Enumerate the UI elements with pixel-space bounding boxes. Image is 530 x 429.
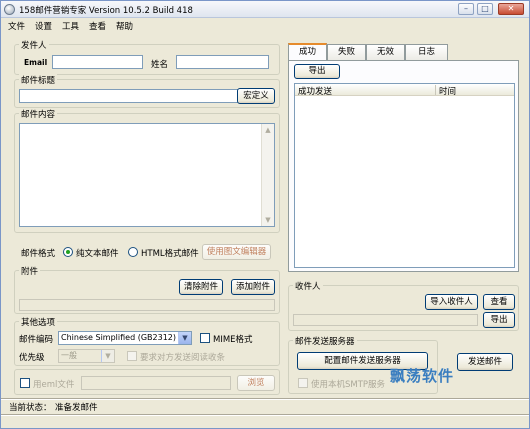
sender-group: 发件人 Email 姓名 xyxy=(14,39,280,75)
macro-button[interactable]: 宏定义 xyxy=(237,88,275,104)
bottom-separator xyxy=(1,414,529,416)
results-header: 成功发送 时间 xyxy=(295,84,514,97)
menu-tools[interactable]: 工具 xyxy=(62,20,79,32)
email-label: Email xyxy=(24,58,48,67)
title-bar[interactable]: 158邮件营销专家 Version 10.5.2 Build 418 – □ ✕ xyxy=(1,1,529,18)
format-label: 邮件格式 xyxy=(21,249,56,259)
close-button[interactable]: ✕ xyxy=(498,3,524,15)
read-receipt-label: 要求对方发送阅读收条 xyxy=(140,353,226,363)
priority-value: 一般 xyxy=(61,351,77,360)
send-mail-button[interactable]: 发送邮件 xyxy=(457,353,513,371)
maximize-button[interactable]: □ xyxy=(477,3,493,15)
priority-label: 优先级 xyxy=(19,353,45,363)
local-smtp-label: 使用本机SMTP服务 xyxy=(311,380,386,390)
tab-success[interactable]: 成功 xyxy=(288,43,327,61)
menu-settings[interactable]: 设置 xyxy=(35,20,52,32)
other-options-group: 其他选项 邮件编码 Chinese Simplified (GB2312) ▼ … xyxy=(14,316,280,366)
plain-text-radio[interactable] xyxy=(63,247,73,257)
smtp-legend: 邮件发送服务器 xyxy=(293,335,357,347)
priority-select[interactable]: 一般 ▼ xyxy=(58,349,115,363)
html-format-radio[interactable] xyxy=(128,247,138,257)
encoding-value: Chinese Simplified (GB2312) xyxy=(61,333,176,342)
priority-dropdown-icon[interactable]: ▼ xyxy=(101,350,114,362)
encoding-select[interactable]: Chinese Simplified (GB2312) ▼ xyxy=(58,331,192,345)
watermark-logo: 飘荡软件 xyxy=(390,367,455,385)
sender-legend: 发件人 xyxy=(19,39,49,51)
local-smtp-checkbox[interactable] xyxy=(298,378,308,388)
name-input[interactable] xyxy=(176,55,269,69)
status-label: 当前状态： xyxy=(9,403,52,413)
tab-failed[interactable]: 失败 xyxy=(327,44,366,60)
subject-group: 邮件标题 宏定义 xyxy=(14,74,280,108)
tab-invalid[interactable]: 无效 xyxy=(366,44,405,60)
encoding-label: 邮件编码 xyxy=(19,335,54,345)
status-bar: 当前状态： 准备发邮件 xyxy=(1,399,529,413)
column-sent[interactable]: 成功发送 xyxy=(298,85,332,97)
main-window: 158邮件营销专家 Version 10.5.2 Build 418 – □ ✕… xyxy=(0,0,530,429)
attachment-list[interactable] xyxy=(19,299,275,311)
mime-label: MIME格式 xyxy=(213,335,253,345)
column-divider[interactable] xyxy=(435,85,436,95)
attachment-legend: 附件 xyxy=(19,265,41,277)
attachment-group: 附件 清除附件 添加附件 xyxy=(14,265,280,314)
minimize-button[interactable]: – xyxy=(458,3,474,15)
email-input[interactable] xyxy=(52,55,143,69)
rich-editor-button[interactable]: 使用图文编辑器 xyxy=(202,244,271,260)
menu-bar: 文件 设置 工具 查看 帮助 xyxy=(1,18,529,33)
menu-file[interactable]: 文件 xyxy=(8,20,25,32)
scroll-down-icon[interactable]: ▼ xyxy=(262,214,274,226)
tab-log[interactable]: 日志 xyxy=(405,44,448,60)
recipients-legend: 收件人 xyxy=(293,280,323,292)
recipients-group: 收件人 导入收件人 查看 导出 xyxy=(288,280,519,331)
content-scrollbar[interactable]: ▲ ▼ xyxy=(261,124,274,226)
status-value: 准备发邮件 xyxy=(55,403,98,413)
eml-label: 用eml文件 xyxy=(33,380,75,390)
content-group: 邮件内容 ▲ ▼ xyxy=(14,108,280,233)
eml-checkbox[interactable] xyxy=(20,378,30,388)
export-results-button[interactable]: 导出 xyxy=(294,64,340,79)
clear-attachment-button[interactable]: 清除附件 xyxy=(179,279,223,295)
plain-text-label: 纯文本邮件 xyxy=(76,249,119,259)
column-time[interactable]: 时间 xyxy=(439,85,456,97)
encoding-dropdown-icon[interactable]: ▼ xyxy=(178,332,191,344)
tab-panel: 导出 成功发送 时间 xyxy=(288,60,519,272)
menu-view[interactable]: 查看 xyxy=(89,20,106,32)
content-textarea[interactable]: ▲ ▼ xyxy=(19,123,275,227)
import-recipients-button[interactable]: 导入收件人 xyxy=(425,294,478,310)
window-title: 158邮件营销专家 Version 10.5.2 Build 418 xyxy=(19,6,193,16)
add-attachment-button[interactable]: 添加附件 xyxy=(231,279,275,295)
subject-input[interactable] xyxy=(19,89,239,103)
subject-legend: 邮件标题 xyxy=(19,74,58,86)
results-list[interactable]: 成功发送 时间 xyxy=(294,83,515,268)
eml-group: 用eml文件 浏览 xyxy=(14,369,280,395)
other-options-legend: 其他选项 xyxy=(19,316,58,328)
eml-path-input[interactable] xyxy=(81,376,231,390)
read-receipt-checkbox[interactable] xyxy=(127,351,137,361)
recipients-list[interactable] xyxy=(293,314,478,326)
content-legend: 邮件内容 xyxy=(19,108,58,120)
view-recipients-button[interactable]: 查看 xyxy=(483,294,515,310)
menu-help[interactable]: 帮助 xyxy=(116,20,133,32)
html-format-label: HTML格式邮件 xyxy=(141,249,199,259)
export-recipients-button[interactable]: 导出 xyxy=(483,312,515,328)
scroll-up-icon[interactable]: ▲ xyxy=(262,124,274,136)
mime-checkbox[interactable] xyxy=(200,333,210,343)
browse-button[interactable]: 浏览 xyxy=(237,375,275,391)
app-icon xyxy=(4,4,15,15)
name-label: 姓名 xyxy=(151,60,169,70)
